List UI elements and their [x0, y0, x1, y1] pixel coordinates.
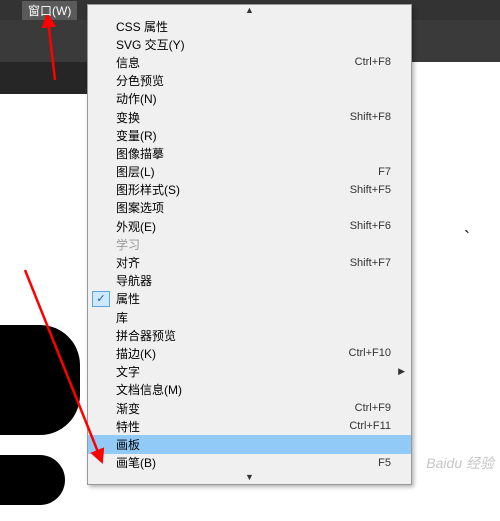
menu-item-14[interactable]: 导航器: [88, 272, 411, 290]
menu-item-shortcut: F7: [378, 166, 391, 178]
menu-item-label: 图层(L): [116, 163, 378, 180]
check-icon: ✓: [92, 291, 110, 307]
menu-item-3[interactable]: 分色预览: [88, 72, 411, 90]
menu-item-5[interactable]: 变换Shift+F8: [88, 108, 411, 126]
menu-item-label: 文档信息(M): [116, 381, 391, 398]
menu-item-label: 图像描摹: [116, 145, 391, 162]
menu-item-label: 变量(R): [116, 127, 391, 144]
menu-item-20[interactable]: 文档信息(M): [88, 381, 411, 399]
menu-item-label: 信息: [116, 54, 355, 71]
menu-item-label: 动作(N): [116, 90, 391, 107]
menu-item-shortcut: Ctrl+F10: [349, 347, 392, 359]
menu-scroll-down-icon[interactable]: ▼: [88, 472, 411, 484]
menu-item-9[interactable]: 图形样式(S)Shift+F5: [88, 181, 411, 199]
menu-item-label: 库: [116, 309, 391, 326]
window-dropdown-menu: ▲ CSS 属性SVG 交互(Y)信息Ctrl+F8分色预览动作(N)变换Shi…: [87, 4, 412, 485]
menu-item-11[interactable]: 外观(E)Shift+F6: [88, 217, 411, 235]
menu-item-18[interactable]: 描边(K)Ctrl+F10: [88, 344, 411, 362]
menu-item-label: 文字: [116, 363, 391, 380]
menu-item-label: 属性: [116, 290, 391, 307]
menu-item-label: 拼合器预览: [116, 327, 391, 344]
menu-item-label: 变换: [116, 109, 350, 126]
menu-item-23[interactable]: 画板: [88, 435, 411, 453]
canvas-ink-blob-2: [0, 455, 65, 505]
menu-item-label: 外观(E): [116, 218, 350, 235]
menu-item-4[interactable]: 动作(N): [88, 90, 411, 108]
canvas-ink-blob: [0, 325, 80, 435]
menu-item-1[interactable]: SVG 交互(Y): [88, 35, 411, 53]
menu-item-shortcut: Shift+F5: [350, 184, 391, 196]
submenu-arrow-icon: ▶: [398, 366, 405, 377]
menu-item-19[interactable]: 文字 ▶: [88, 363, 411, 381]
menu-item-16[interactable]: 库: [88, 308, 411, 326]
menu-scroll-up-icon[interactable]: ▲: [88, 5, 411, 17]
menu-item-shortcut: Ctrl+F11: [349, 420, 391, 432]
menu-item-7[interactable]: 图像描摹: [88, 144, 411, 162]
menu-item-shortcut: Ctrl+F9: [355, 402, 391, 414]
menu-item-label: 图案选项: [116, 199, 391, 216]
menu-item-24[interactable]: 画笔(B)F5: [88, 454, 411, 472]
menu-item-label: 渐变: [116, 400, 355, 417]
menu-item-0[interactable]: CSS 属性: [88, 17, 411, 35]
menu-item-12: 学习: [88, 235, 411, 253]
menu-item-label: 图形样式(S): [116, 181, 350, 198]
stray-mark: `: [464, 228, 470, 249]
menu-item-label: 画板: [116, 436, 391, 453]
menu-item-shortcut: Shift+F7: [350, 257, 391, 269]
menu-item-17[interactable]: 拼合器预览: [88, 326, 411, 344]
menu-item-label: 描边(K): [116, 345, 349, 362]
menu-item-13[interactable]: 对齐Shift+F7: [88, 253, 411, 271]
menu-item-label: SVG 交互(Y): [116, 36, 391, 53]
menu-item-22[interactable]: 特性Ctrl+F11: [88, 417, 411, 435]
menu-item-label: 导航器: [116, 272, 391, 289]
menu-item-shortcut: Shift+F8: [350, 111, 391, 123]
menu-item-label: 特性: [116, 418, 349, 435]
menu-item-8[interactable]: 图层(L)F7: [88, 163, 411, 181]
menu-item-label: 对齐: [116, 254, 350, 271]
dark-strip: [0, 62, 87, 94]
menu-item-shortcut: Ctrl+F8: [355, 56, 391, 68]
menu-item-label: 分色预览: [116, 72, 391, 89]
menu-item-15[interactable]: ✓ 属性: [88, 290, 411, 308]
menu-item-2[interactable]: 信息Ctrl+F8: [88, 53, 411, 71]
menu-item-shortcut: Shift+F6: [350, 220, 391, 232]
menu-item-label: CSS 属性: [116, 18, 391, 35]
menu-item-label: 画笔(B): [116, 454, 378, 471]
menu-item-10[interactable]: 图案选项: [88, 199, 411, 217]
menu-item-label: 学习: [116, 236, 391, 253]
menu-item-21[interactable]: 渐变Ctrl+F9: [88, 399, 411, 417]
watermark: Baidu 经验: [426, 453, 494, 473]
menu-item-shortcut: F5: [378, 457, 391, 469]
window-menu-button[interactable]: 窗口(W): [22, 1, 77, 20]
menu-item-6[interactable]: 变量(R): [88, 126, 411, 144]
